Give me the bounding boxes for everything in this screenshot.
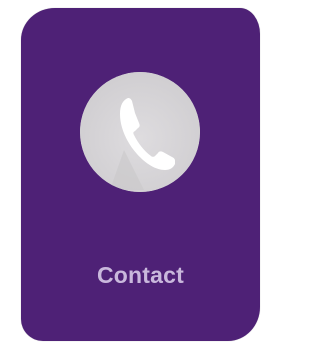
phone-icon (80, 72, 200, 192)
phone-icon-circle (80, 72, 200, 192)
tile-label: Contact (96, 262, 184, 288)
contact-tile-page: Contact (0, 0, 275, 345)
